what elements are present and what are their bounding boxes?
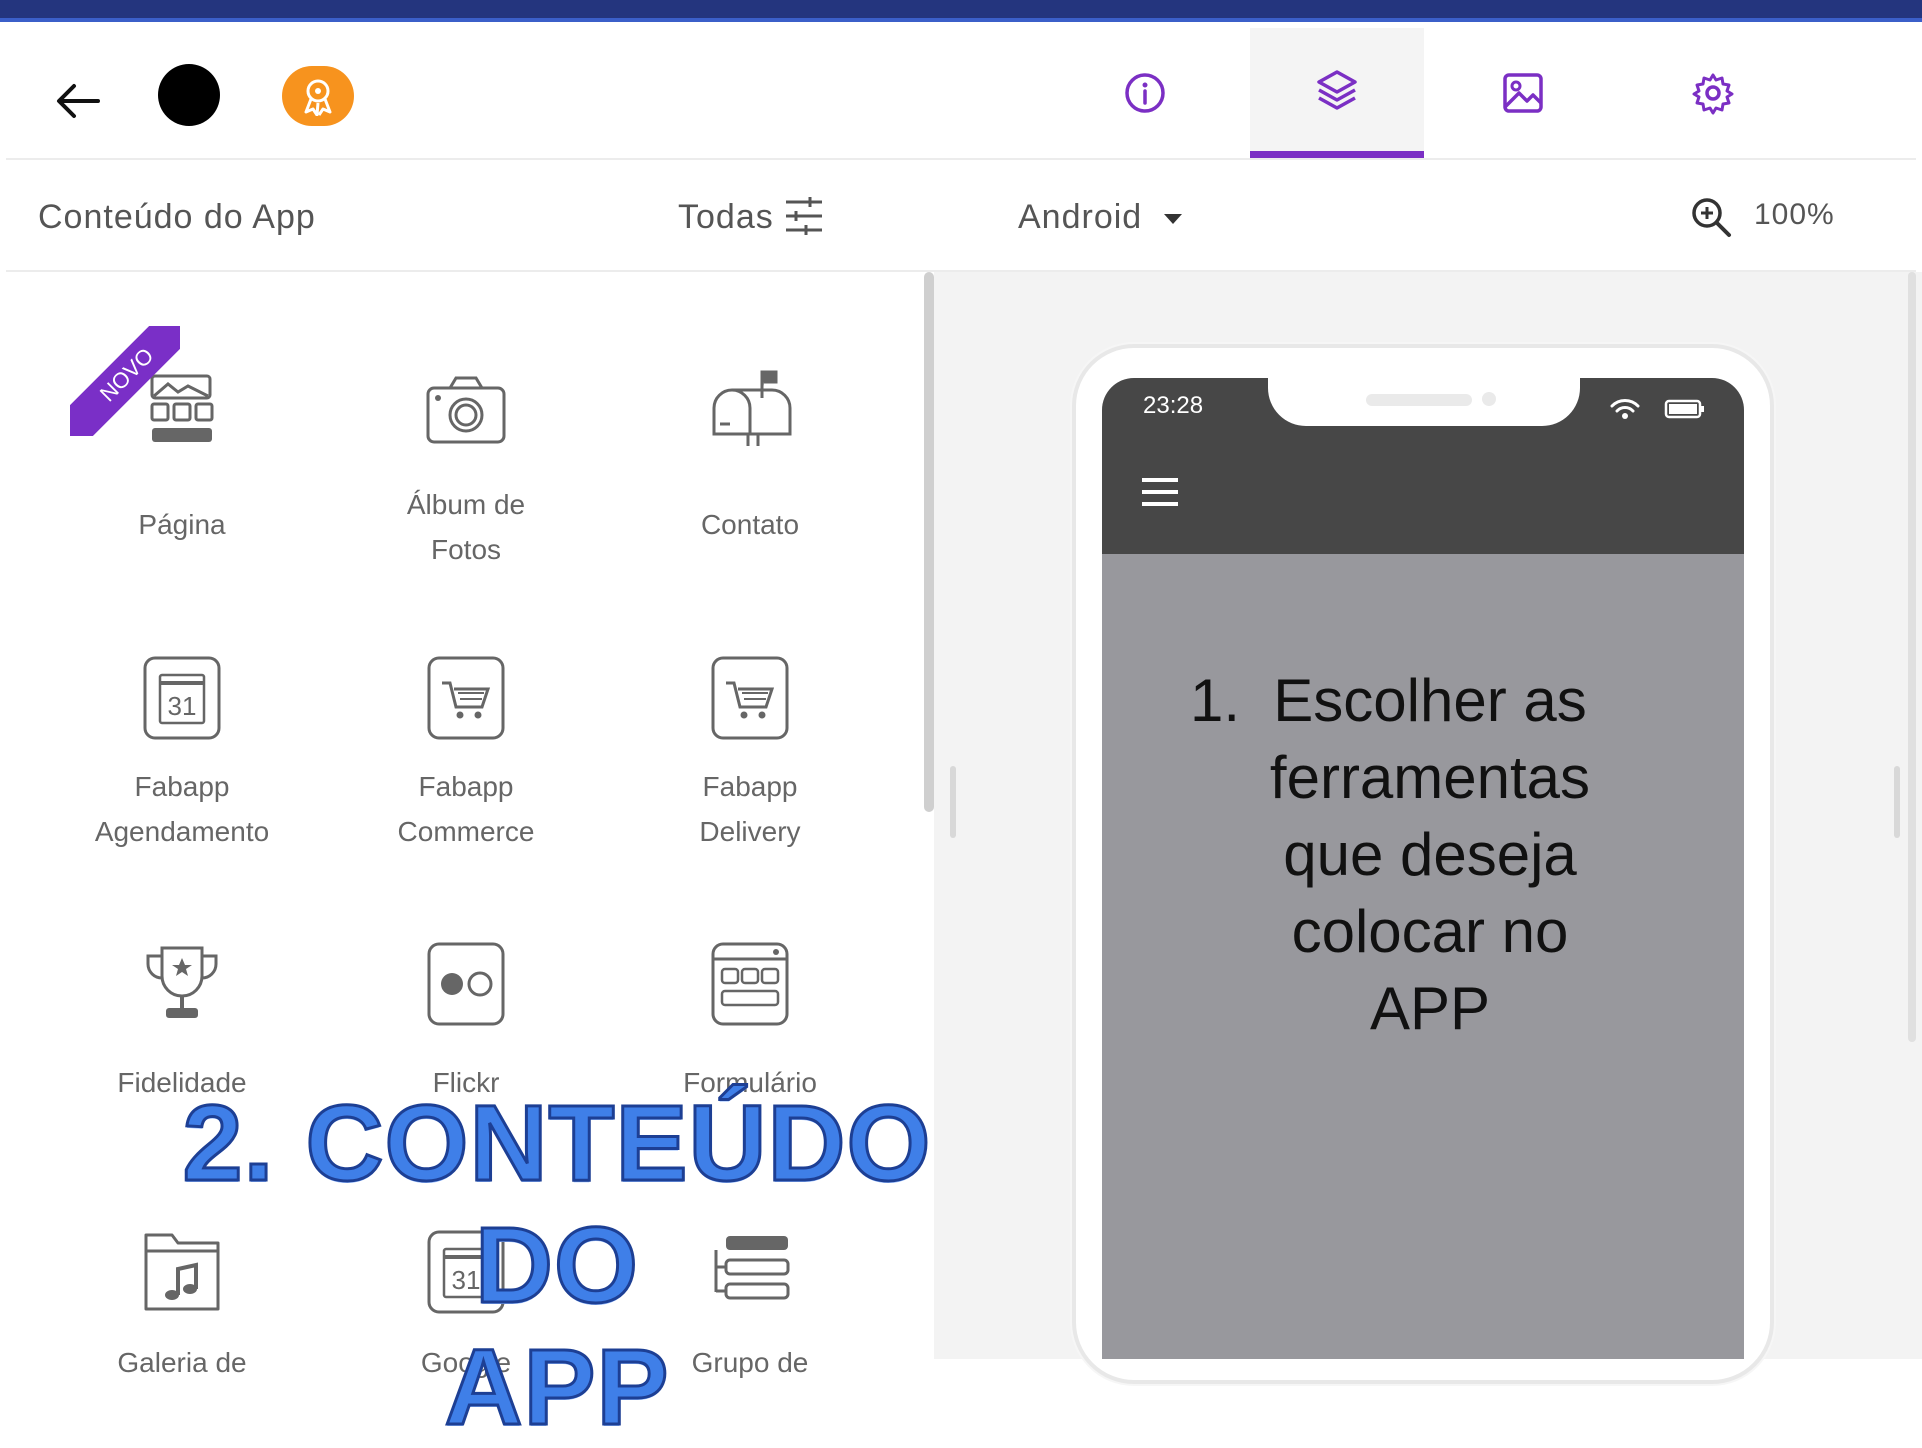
tool-item-fidelidade[interactable]: Fidelidade bbox=[62, 934, 302, 1105]
tool-item-label: Contato bbox=[700, 509, 800, 540]
image-icon bbox=[1503, 73, 1543, 113]
platform-select[interactable]: Android bbox=[1018, 198, 1142, 237]
svg-text:31: 31 bbox=[168, 691, 197, 721]
front-camera bbox=[1482, 392, 1496, 406]
filter-button-label[interactable]: Todas bbox=[678, 198, 774, 237]
achievement-button[interactable] bbox=[282, 66, 354, 126]
calendar-icon: 31 bbox=[143, 656, 221, 740]
avatar[interactable] bbox=[158, 64, 220, 126]
gear-icon bbox=[1692, 73, 1734, 115]
tool-item-flickr[interactable]: Flickr bbox=[346, 934, 586, 1105]
hamburger-menu-icon[interactable] bbox=[1140, 476, 1180, 508]
tool-item-formulario[interactable]: Formulário bbox=[630, 934, 870, 1105]
info-icon bbox=[1125, 73, 1165, 113]
filter-sliders-icon[interactable] bbox=[784, 196, 824, 238]
zoom-in-icon[interactable] bbox=[1690, 196, 1732, 238]
instruction-text: Escolher as ferramentas que deseja coloc… bbox=[1269, 667, 1591, 1042]
speaker-grille bbox=[1366, 394, 1472, 406]
camera-icon bbox=[426, 376, 506, 444]
trophy-icon bbox=[146, 946, 218, 1018]
tool-item-agendamento[interactable]: 31 Fabapp Agendamento bbox=[62, 648, 302, 854]
tool-item-contato[interactable]: Contato bbox=[630, 360, 870, 547]
wifi-icon bbox=[1610, 399, 1640, 419]
top-stripe bbox=[0, 0, 1922, 22]
tool-item-label: Fabapp Agendamento bbox=[94, 771, 270, 847]
tool-item-label: Álbum de Fotos bbox=[406, 489, 526, 565]
page-title: Conteúdo do App bbox=[38, 198, 316, 236]
tool-item-label: Fabapp Commerce bbox=[397, 771, 535, 847]
resize-handle-left[interactable] bbox=[950, 766, 956, 838]
tool-item-album[interactable]: Álbum de Fotos bbox=[346, 360, 586, 572]
tab-layers[interactable] bbox=[1250, 28, 1424, 158]
mailbox-icon bbox=[712, 370, 792, 446]
tool-item-commerce[interactable]: Fabapp Commerce bbox=[346, 648, 586, 854]
zoom-level[interactable]: 100% bbox=[1754, 198, 1835, 232]
new-badge: NOVO bbox=[70, 326, 180, 436]
cart-icon bbox=[711, 656, 789, 740]
tab-info[interactable] bbox=[1058, 28, 1232, 158]
instruction-number: 1. bbox=[1190, 667, 1241, 734]
status-time: 23:28 bbox=[1143, 392, 1204, 419]
tools-scrollbar[interactable] bbox=[924, 272, 934, 812]
resize-handle-right[interactable] bbox=[1894, 766, 1900, 838]
back-button[interactable] bbox=[52, 76, 102, 126]
arrow-left-icon bbox=[57, 84, 100, 118]
slide-title-line1: 2. CONTEÚDO DO bbox=[181, 1081, 932, 1327]
slide-title-line2: APP bbox=[443, 1325, 670, 1448]
tool-item-label: Página bbox=[138, 509, 226, 540]
battery-icon bbox=[1664, 399, 1704, 419]
preview-scrollbar[interactable] bbox=[1908, 272, 1916, 1042]
tool-item-delivery[interactable]: Fabapp Delivery bbox=[630, 648, 870, 854]
tool-item-label: Fabapp Delivery bbox=[699, 771, 801, 847]
flickr-icon bbox=[427, 942, 505, 1026]
chevron-down-icon[interactable] bbox=[1162, 212, 1184, 226]
cart-icon bbox=[427, 656, 505, 740]
layers-icon bbox=[1317, 69, 1357, 110]
tab-image[interactable] bbox=[1436, 28, 1610, 158]
tab-settings[interactable] bbox=[1626, 28, 1800, 158]
form-icon bbox=[711, 942, 789, 1026]
award-icon bbox=[304, 79, 332, 116]
slide-title-overlay: 2. CONTEÚDO DO APP bbox=[92, 1081, 1022, 1448]
